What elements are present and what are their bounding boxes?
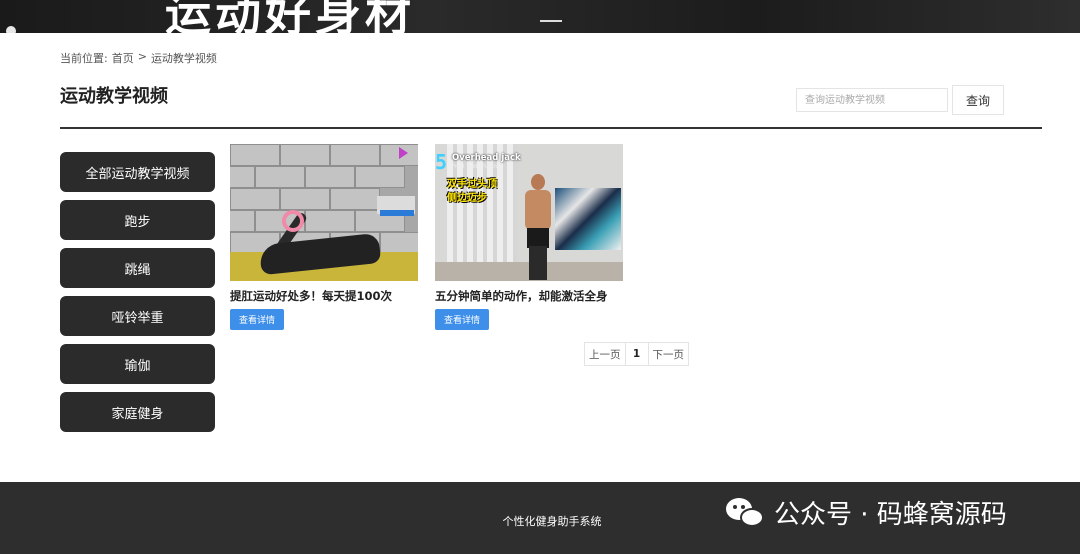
pilates-ring [282,210,304,232]
thumb-exercise-name: Overhead jack [452,153,521,163]
category-dumbbell[interactable]: 哑铃举重 [60,296,215,336]
breadcrumb-home-link[interactable]: 首页 [112,50,134,66]
video-card: 提肛运动好处多！每天提100次 查看详情 [230,144,418,330]
breadcrumb-label: 当前位置: [60,52,108,65]
category-running[interactable]: 跑步 [60,200,215,240]
video-title[interactable]: 五分钟简单的动作，却能激活全身 [435,288,623,304]
person-shorts [527,228,549,248]
section-divider [60,127,1042,129]
prev-page-button[interactable]: 上一页 [584,342,626,366]
person-legs [529,246,547,280]
wall-brick [330,188,380,210]
banner-dot [6,26,16,33]
wall-brick [280,144,330,166]
wall-brick [230,166,255,188]
banner-indicator[interactable] [540,20,562,22]
video-card: 5 Overhead jack Front · Side Punch 双手过头顶… [435,144,623,330]
wechat-icon [726,497,766,528]
category-all[interactable]: 全部运动教学视频 [60,152,215,192]
search-input[interactable] [796,88,948,112]
video-thumbnail[interactable]: 5 Overhead jack Front · Side Punch 双手过头顶… [435,144,623,281]
person-head [531,174,545,190]
search-button[interactable]: 查询 [952,85,1004,115]
wall-brick [380,232,418,254]
wall-brick [255,166,305,188]
person-standing [525,174,551,281]
person-torso [525,190,551,230]
wall-art [555,188,621,250]
category-sidebar: 全部运动教学视频 跑步 跳绳 哑铃举重 瑜伽 家庭健身 [60,152,215,440]
watermark-text: 公众号 · 码蜂窝源码 [774,500,1007,530]
breadcrumb: 当前位置: 首页 > 运动教学视频 [60,50,217,66]
banner-title: 运动好身材 [165,0,415,33]
wall-brick [230,188,280,210]
next-page-button[interactable]: 下一页 [647,342,689,366]
breadcrumb-current: 运动教学视频 [150,52,217,65]
current-page[interactable]: 1 [624,342,649,366]
view-details-button[interactable]: 查看详情 [230,309,285,330]
page-title: 运动教学视频 [60,86,168,107]
wall-brick [305,166,355,188]
thumb-exercise-sub: Front · Side Punch [452,164,497,170]
category-yoga[interactable]: 瑜伽 [60,344,215,384]
category-home-fitness[interactable]: 家庭健身 [60,392,215,432]
breadcrumb-separator: > [137,50,147,63]
thumb-caption: 双手过头顶 侧边迈步 [447,179,497,204]
play-icon [399,147,408,159]
top-banner: 运动好身材 [0,0,1080,33]
wall-brick [230,144,280,166]
wall-brick [280,188,330,210]
video-thumbnail[interactable] [230,144,418,281]
view-details-button[interactable]: 查看详情 [435,309,490,330]
thumb-number: 5 [435,150,448,174]
category-jump-rope[interactable]: 跳绳 [60,248,215,288]
wall-brick [330,144,380,166]
watermark: 公众号 · 码蜂窝源码 [726,494,1007,531]
wall-sign-stripe [380,210,414,216]
wall-brick [355,166,405,188]
pagination: 上一页 1 下一页 [584,342,689,366]
wall-brick [230,210,255,232]
wall-brick [305,210,355,232]
video-title[interactable]: 提肛运动好处多！每天提100次 [230,288,418,304]
